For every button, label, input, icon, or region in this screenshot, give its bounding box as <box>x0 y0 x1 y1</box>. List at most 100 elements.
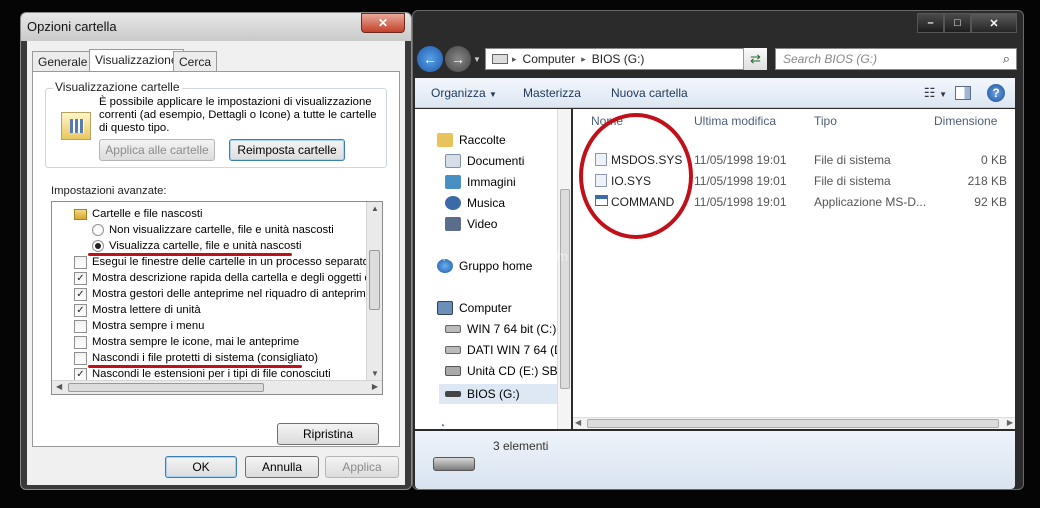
file-type: File di sistema <box>814 174 891 188</box>
ok-button[interactable]: OK <box>165 456 237 478</box>
back-button[interactable]: ← <box>417 46 443 72</box>
video-icon <box>445 217 461 231</box>
usb-drive-icon <box>433 457 475 471</box>
nav-item-drive-d[interactable]: DATI WIN 7 64 (D <box>445 343 563 357</box>
option-always-icons[interactable]: Mostra sempre le icone, mai le anteprime <box>74 334 299 350</box>
help-icon[interactable]: ? <box>987 83 1005 102</box>
nav-item-bios-selected[interactable]: BIOS (G:) <box>439 384 571 404</box>
details-pane: 3 elementi <box>415 431 1015 489</box>
new-folder-button[interactable]: Nuova cartella <box>611 86 688 100</box>
nav-item-immagini[interactable]: Immagini <box>445 175 516 189</box>
vertical-scrollbar-thumb[interactable] <box>369 250 380 310</box>
cancel-button[interactable]: Annulla <box>245 456 319 478</box>
dialog-close-button[interactable]: ✕ <box>361 13 405 33</box>
view-options-icon[interactable]: ☷ ▼ <box>924 85 947 101</box>
cd-drive-icon <box>445 366 461 376</box>
radio-checked[interactable] <box>92 240 104 252</box>
restore-defaults-button[interactable]: Ripristina <box>277 423 379 445</box>
option-hide-protected[interactable]: Nascondi i file protetti di sistema (con… <box>74 350 318 366</box>
annotation-underline <box>88 365 302 368</box>
radio-unchecked[interactable] <box>92 224 104 236</box>
refresh-icon: ⇄ <box>750 51 761 66</box>
breadcrumb-computer[interactable]: Computer <box>523 52 576 66</box>
chevron-down-icon: ▼ <box>489 89 497 99</box>
checkbox-unchecked[interactable] <box>74 335 87 349</box>
radio-show-hidden[interactable]: Visualizza cartelle, file e unità nascos… <box>92 238 302 254</box>
scroll-right-icon[interactable]: ▶ <box>372 382 378 391</box>
watermark: nexthardware.com <box>438 248 570 264</box>
nav-item-cd-drive[interactable]: Unità CD (E:) SBK <box>445 364 566 378</box>
nav-item-computer[interactable]: Computer <box>437 301 512 315</box>
radio-hide-hidden[interactable]: Non visualizzare cartelle, file e unità … <box>92 222 334 238</box>
option-drive-letters[interactable]: ✓ Mostra lettere di unità <box>74 302 201 318</box>
column-header-modified[interactable]: Ultima modifica <box>694 114 776 128</box>
folder-view-description: È possibile applicare le impostazioni di… <box>99 96 377 134</box>
checkbox-checked[interactable]: ✓ <box>74 271 87 285</box>
horizontal-scrollbar-thumb[interactable] <box>68 383 264 392</box>
navigation-pane: Raccolte Documenti Immagini Musica Video… <box>415 109 571 432</box>
advanced-settings-label: Impostazioni avanzate: <box>51 185 167 197</box>
horizontal-scrollbar[interactable]: ◀ ▶ <box>573 417 1015 429</box>
apply-to-folders-button[interactable]: Applica alle cartelle <box>99 139 215 161</box>
dialog-title: Opzioni cartella <box>27 19 117 34</box>
tab-generale[interactable]: Generale <box>32 51 94 71</box>
scroll-right-icon[interactable]: ▶ <box>1007 418 1013 427</box>
refresh-button[interactable]: ⇄ <box>743 48 767 70</box>
tab-cerca[interactable]: Cerca <box>173 51 218 71</box>
nav-item-documenti[interactable]: Documenti <box>445 154 524 168</box>
preview-pane-icon[interactable] <box>955 85 971 100</box>
checkbox-checked[interactable]: ✓ <box>74 367 87 381</box>
option-separate-process[interactable]: Esegui le finestre delle cartelle in un … <box>74 254 369 270</box>
minimize-button[interactable]: – <box>917 13 944 33</box>
option-preview-handlers[interactable]: ✓ Mostra gestori delle anteprime nel riq… <box>74 286 372 302</box>
forward-button[interactable]: → <box>445 46 471 72</box>
advanced-horizontal-scrollbar[interactable]: ◀ ▶ <box>52 380 382 394</box>
file-type: File di sistema <box>814 153 891 167</box>
tab-visualizzazione[interactable]: Visualizzazione <box>89 49 184 71</box>
scroll-left-icon[interactable]: ◀ <box>56 382 62 391</box>
reset-folders-button[interactable]: Reimposta cartelle <box>229 139 345 161</box>
advanced-vertical-scrollbar[interactable]: ▲ ▼ <box>366 202 382 380</box>
burn-button[interactable]: Masterizza <box>523 86 581 100</box>
tab-panel: Visualizzazione cartelle È possibile app… <box>32 71 400 447</box>
scroll-up-icon[interactable]: ▲ <box>371 204 379 213</box>
file-size: 92 KB <box>974 195 1007 209</box>
file-size: 0 KB <box>980 153 1007 167</box>
file-modified: 11/05/1998 19:01 <box>694 153 787 167</box>
back-arrow-icon: ← <box>423 51 437 67</box>
annotation-underline <box>88 253 292 256</box>
music-icon <box>445 196 461 210</box>
close-button[interactable]: ✕ <box>971 13 1017 33</box>
breadcrumb-bios[interactable]: BIOS (G:) <box>592 52 645 66</box>
drive-icon <box>445 325 461 333</box>
nav-item-drive-c[interactable]: WIN 7 64 bit (C:) <box>445 322 556 336</box>
column-header-size[interactable]: Dimensione <box>934 114 997 128</box>
advanced-settings-list: Cartelle e file nascosti Non visualizzar… <box>51 201 383 395</box>
file-modified: 11/05/1998 19:01 <box>694 195 787 209</box>
checkbox-checked[interactable]: ✓ <box>74 303 87 317</box>
folder-view-group-label: Visualizzazione cartelle <box>53 80 182 94</box>
checkbox-unchecked[interactable] <box>74 255 87 269</box>
horizontal-scrollbar-thumb[interactable] <box>587 419 999 428</box>
checkbox-unchecked[interactable] <box>74 351 87 365</box>
column-header-type[interactable]: Tipo <box>814 114 837 128</box>
search-input[interactable]: Search BIOS (G:) ⌕ <box>775 48 1017 70</box>
nav-item-musica[interactable]: Musica <box>445 196 505 210</box>
scroll-left-icon[interactable]: ◀ <box>575 418 581 427</box>
option-show-tooltip[interactable]: ✓ Mostra descrizione rapida della cartel… <box>74 270 380 286</box>
nav-item-video[interactable]: Video <box>445 217 497 231</box>
option-always-menus[interactable]: Mostra sempre i menu <box>74 318 204 334</box>
item-count: 3 elementi <box>493 439 549 453</box>
history-dropdown-icon[interactable]: ▼ <box>473 55 481 64</box>
nav-scrollbar-thumb[interactable] <box>560 189 570 389</box>
scroll-down-icon[interactable]: ▼ <box>371 369 379 378</box>
nav-item-raccolte[interactable]: Raccolte <box>437 133 506 147</box>
nav-scrollbar[interactable] <box>557 109 571 429</box>
apply-button[interactable]: Applica <box>325 456 399 478</box>
checkbox-unchecked[interactable] <box>74 319 87 333</box>
checkbox-checked[interactable]: ✓ <box>74 287 87 301</box>
usb-drive-icon <box>445 391 461 397</box>
maximize-button[interactable]: □ <box>944 13 971 33</box>
address-bar[interactable]: ▸ Computer ▸ BIOS (G:) ▼ <box>485 48 767 70</box>
organize-button[interactable]: Organizza ▼ <box>431 86 497 100</box>
